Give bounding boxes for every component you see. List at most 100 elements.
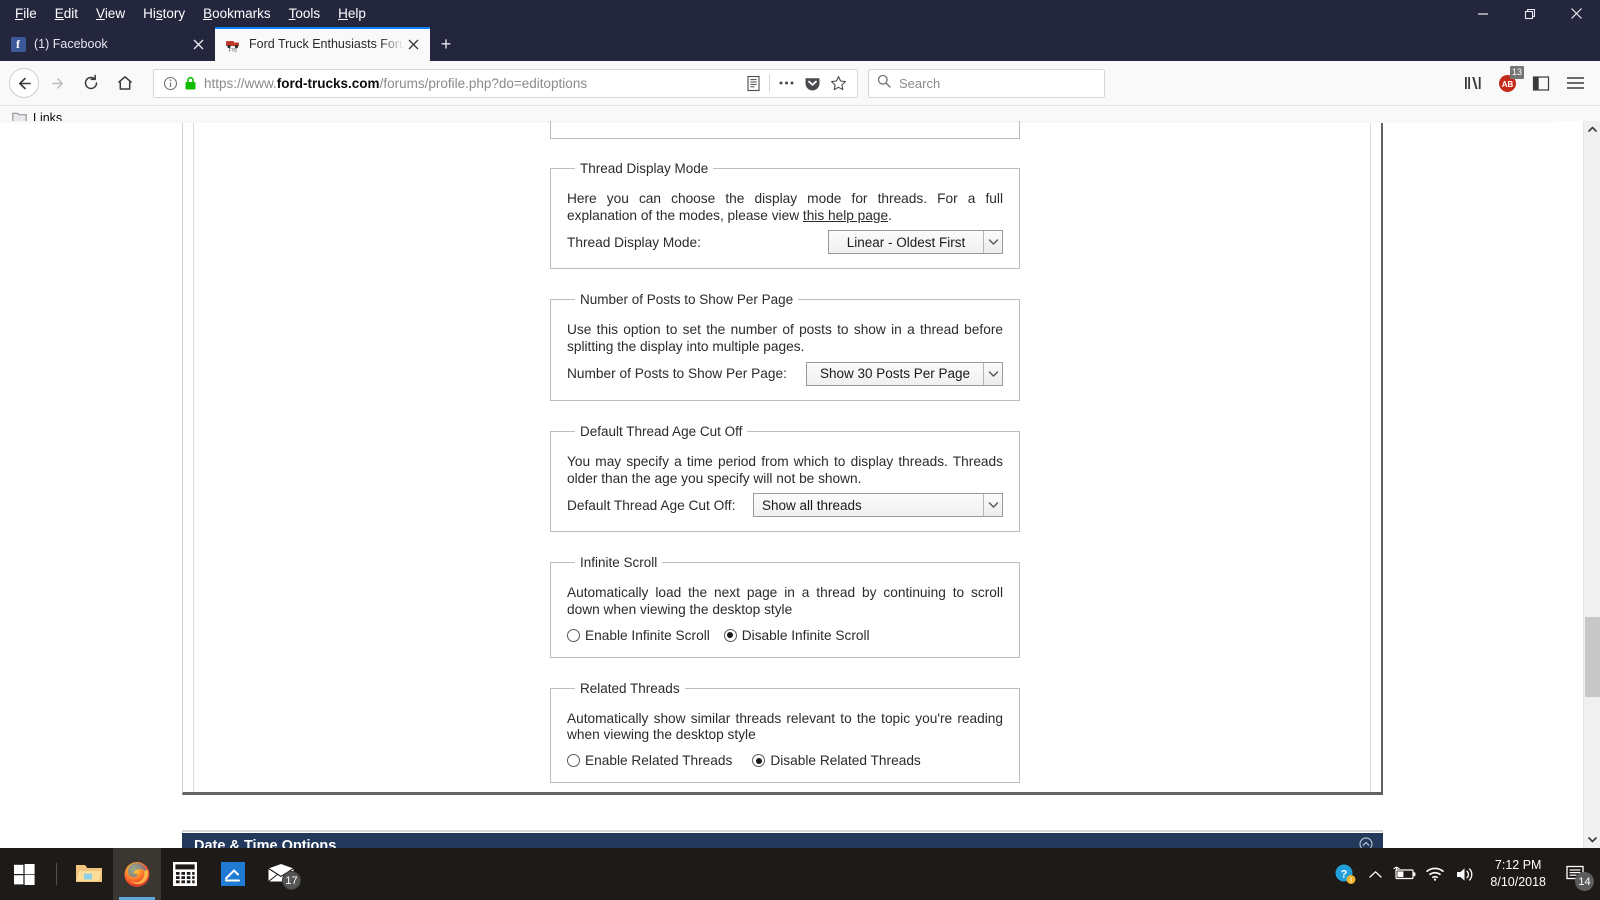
chevron-down-icon[interactable] [983, 494, 1002, 517]
library-icon[interactable] [1457, 67, 1489, 99]
adblock-badge: 13 [1509, 66, 1524, 79]
field-label: Default Thread Age Cut Off: [567, 497, 736, 513]
clock-date: 8/10/2018 [1490, 875, 1546, 889]
section-thread-age-cutoff: Default Thread Age Cut Off You may speci… [550, 423, 1020, 533]
menu-help[interactable]: Help [329, 4, 375, 24]
help-page-link[interactable]: this help page [803, 208, 888, 223]
radio-enable-related-threads[interactable]: Enable Related Threads [567, 753, 732, 768]
menu-tools[interactable]: Tools [280, 4, 330, 24]
scroll-up-icon[interactable] [1584, 121, 1600, 138]
radio-button-selected[interactable] [752, 754, 766, 768]
svg-text:FTE: FTE [229, 47, 238, 52]
action-center-icon[interactable]: 14 [1556, 848, 1596, 900]
file-explorer-icon[interactable] [65, 848, 113, 900]
tab-close-icon[interactable] [189, 35, 207, 53]
action-center-badge: 14 [1575, 872, 1594, 891]
snipping-tool-icon[interactable] [209, 848, 257, 900]
firefox-icon[interactable] [113, 848, 161, 900]
section-description: Automatically load the next page in a th… [567, 585, 1003, 617]
close-icon[interactable] [1553, 0, 1600, 27]
radio-button[interactable] [567, 754, 580, 768]
menu-view[interactable]: View [87, 4, 134, 24]
tab-close-icon[interactable] [404, 35, 422, 53]
menu-history[interactable]: History [134, 4, 194, 24]
radio-enable-infinite-scroll[interactable]: Enable Infinite Scroll [567, 628, 710, 643]
section-legend: Number of Posts to Show Per Page [580, 292, 794, 308]
divider [769, 74, 770, 92]
collapse-icon[interactable] [1359, 836, 1373, 848]
scrollbar-thumb[interactable] [1585, 617, 1600, 697]
tab-facebook[interactable]: f (1) Facebook [0, 27, 215, 61]
browser-window: File Edit View History Bookmarks Tools H… [0, 0, 1600, 848]
taskbar-clock[interactable]: 7:12 PM 8/10/2018 [1480, 857, 1556, 891]
cutoff-text [569, 121, 573, 122]
help-icon[interactable]: ?! [1330, 848, 1360, 900]
section-related-threads: Related Threads Automatically show simil… [550, 680, 1020, 784]
thread-age-cutoff-select[interactable]: Show all threads [753, 493, 1003, 518]
page-actions-icon[interactable] [773, 70, 799, 96]
url-bar-icons [740, 70, 851, 96]
reload-icon[interactable] [75, 67, 107, 99]
tab-title: Ford Truck Enthusiasts Forums [249, 37, 404, 51]
panel-header-date-time-options[interactable]: Date & Time Options [182, 833, 1383, 848]
search-icon [877, 74, 891, 93]
thread-display-mode-select[interactable]: Linear - Oldest First [828, 230, 1003, 255]
lock-icon[interactable] [184, 76, 197, 91]
wifi-icon[interactable] [1420, 848, 1450, 900]
minimize-icon[interactable] [1459, 0, 1506, 27]
section-description: You may specify a time period from which… [567, 453, 1003, 486]
chevron-down-icon[interactable] [983, 231, 1002, 254]
svg-text:AB: AB [1501, 80, 1513, 89]
adblock-icon[interactable]: AB 13 [1491, 66, 1524, 99]
radio-button-selected[interactable] [723, 628, 737, 642]
field-row: Thread Display Mode: Linear - Oldest Fir… [567, 230, 1003, 255]
radio-disable-related-threads[interactable]: Disable Related Threads [752, 753, 921, 768]
window-controls [1459, 0, 1600, 27]
mail-icon[interactable]: 17 [257, 848, 305, 900]
url-text: https://www.ford-trucks.com/forums/profi… [204, 75, 588, 91]
windows-start-icon[interactable] [0, 848, 48, 900]
radio-disable-infinite-scroll[interactable]: Disable Infinite Scroll [723, 628, 870, 643]
back-icon[interactable] [9, 68, 39, 98]
bookmark-star-icon[interactable] [825, 70, 851, 96]
hamburger-menu-icon[interactable] [1559, 67, 1591, 99]
home-icon[interactable] [109, 67, 141, 99]
url-bar[interactable]: https://www.ford-trucks.com/forums/profi… [153, 68, 858, 98]
battery-charging-icon[interactable] [1390, 848, 1420, 900]
facebook-icon: f [10, 36, 26, 52]
new-tab-button[interactable]: + [430, 27, 462, 61]
restore-icon[interactable] [1506, 0, 1553, 27]
mail-badge: 17 [282, 871, 301, 890]
menu-edit[interactable]: Edit [46, 4, 87, 24]
chevron-down-icon[interactable] [983, 362, 1002, 385]
fte-truck-icon: FTE [225, 36, 241, 52]
tab-ford-truck-enthusiasts[interactable]: FTE Ford Truck Enthusiasts Forums [215, 27, 430, 61]
search-bar[interactable]: Search [868, 68, 1105, 98]
vertical-scrollbar[interactable] [1583, 121, 1600, 848]
chevron-up-icon[interactable] [1360, 848, 1390, 900]
radio-label: Enable Related Threads [585, 753, 733, 769]
tab-title: (1) Facebook [34, 37, 108, 51]
radio-button[interactable] [567, 628, 580, 642]
reader-mode-icon[interactable] [740, 70, 766, 96]
menu-bookmarks[interactable]: Bookmarks [194, 4, 280, 24]
speaker-icon[interactable] [1450, 848, 1480, 900]
posts-per-page-select[interactable]: Show 30 Posts Per Page [806, 361, 1003, 386]
search-input[interactable]: Search [899, 76, 940, 91]
svg-text:!: ! [1350, 877, 1352, 884]
menu-file[interactable]: File [6, 4, 46, 24]
svg-text:?: ? [1341, 868, 1348, 880]
section-description: Here you can choose the display mode for… [567, 191, 1003, 223]
pocket-icon[interactable] [799, 70, 825, 96]
scroll-down-icon[interactable] [1584, 831, 1600, 848]
section-legend: Related Threads [580, 680, 680, 696]
radio-label: Enable Infinite Scroll [585, 627, 710, 643]
options-form-column: Thread Display Mode Here you can choose … [550, 121, 1020, 806]
select-value: Show 30 Posts Per Page [819, 366, 971, 382]
page-info-icon[interactable] [163, 76, 178, 91]
section-legend: Infinite Scroll [580, 555, 658, 571]
sidebar-icon[interactable] [1525, 67, 1557, 99]
section-legend: Thread Display Mode [580, 161, 709, 176]
calculator-icon[interactable] [161, 848, 209, 900]
field-row: Default Thread Age Cut Off: Show all thr… [567, 493, 1003, 518]
